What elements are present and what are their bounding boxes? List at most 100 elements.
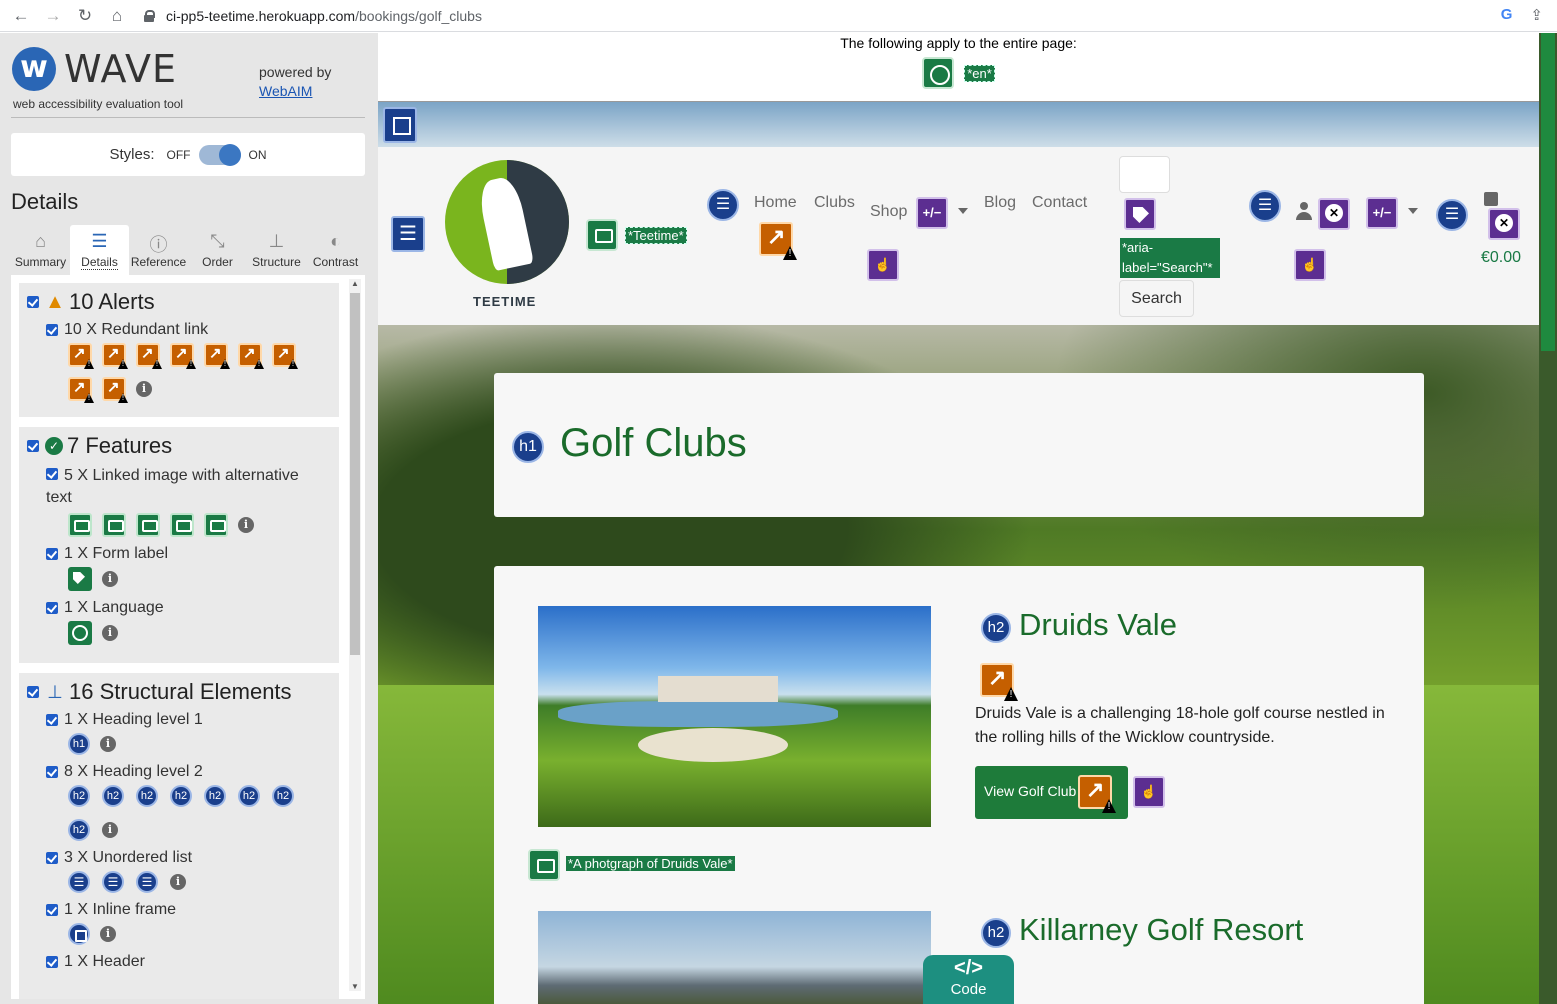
- aria-expanded-icon[interactable]: +/−: [1366, 197, 1398, 229]
- reload-icon[interactable]: ↻: [74, 5, 96, 27]
- info-icon[interactable]: i: [100, 926, 116, 942]
- list-icon[interactable]: ☰: [1436, 199, 1468, 231]
- scrollbar-thumb[interactable]: [350, 293, 360, 655]
- heading-2-checkbox[interactable]: [46, 766, 58, 778]
- redundant-link-icon[interactable]: [68, 343, 92, 367]
- home-icon[interactable]: ⌂: [106, 5, 128, 27]
- styles-toggle[interactable]: [198, 143, 241, 166]
- alerts-checkbox[interactable]: [27, 296, 39, 308]
- nav-clubs[interactable]: Clubs: [814, 194, 855, 212]
- redundant-link-icon[interactable]: [102, 377, 126, 401]
- search-button[interactable]: Search: [1119, 280, 1194, 317]
- wave-code-button[interactable]: </> Code: [923, 955, 1014, 1004]
- club-image-druids-vale[interactable]: [538, 606, 931, 827]
- h2-icon[interactable]: h2: [136, 785, 158, 807]
- linked-image-icon[interactable]: [204, 513, 228, 537]
- info-icon[interactable]: i: [102, 625, 118, 641]
- tab-details[interactable]: ☰ Details: [70, 225, 129, 275]
- tab-structure[interactable]: ⊥ Structure: [247, 225, 306, 275]
- google-icon[interactable]: G: [1501, 6, 1513, 24]
- aria-touch-icon[interactable]: ☝: [1133, 776, 1165, 808]
- user-icon[interactable]: [1295, 202, 1313, 222]
- page-scrollbar-thumb[interactable]: [1541, 33, 1555, 351]
- list-icon[interactable]: [68, 871, 90, 893]
- teetime-logo[interactable]: [445, 160, 569, 284]
- form-label-icon[interactable]: [68, 567, 92, 591]
- tab-summary[interactable]: ⌂ Summary: [11, 225, 70, 275]
- structure-checkbox[interactable]: [27, 686, 39, 698]
- h2-icon[interactable]: h2: [272, 785, 294, 807]
- nav-region-icon[interactable]: ☰: [391, 216, 425, 252]
- info-icon[interactable]: i: [102, 571, 118, 587]
- h2-icon[interactable]: h2: [981, 613, 1011, 643]
- info-icon[interactable]: i: [238, 517, 254, 533]
- redundant-link-icon[interactable]: [204, 343, 228, 367]
- header-checkbox[interactable]: [46, 956, 58, 968]
- list-icon[interactable]: ☰: [1249, 190, 1281, 222]
- h1-icon[interactable]: h1: [68, 733, 90, 755]
- nav-contact[interactable]: Contact: [1032, 194, 1087, 212]
- form-label-checkbox[interactable]: [46, 548, 58, 560]
- chevron-down-icon[interactable]: [1408, 208, 1418, 214]
- redundant-link-icon[interactable]: [759, 222, 793, 256]
- info-icon[interactable]: i: [136, 381, 152, 397]
- iframe-icon[interactable]: [68, 923, 90, 945]
- scroll-down-icon[interactable]: ▼: [351, 982, 359, 991]
- list-icon[interactable]: [102, 871, 124, 893]
- redundant-link-icon[interactable]: [238, 343, 262, 367]
- h2-icon[interactable]: h2: [981, 918, 1011, 948]
- info-icon[interactable]: i: [100, 736, 116, 752]
- linked-image-icon[interactable]: [68, 513, 92, 537]
- club-image-killarney[interactable]: [538, 911, 931, 1004]
- scroll-up-icon[interactable]: ▲: [351, 279, 359, 288]
- linked-image-icon[interactable]: [528, 849, 560, 881]
- linked-image-icon[interactable]: [136, 513, 160, 537]
- h2-icon[interactable]: h2: [102, 785, 124, 807]
- redundant-link-icon[interactable]: [68, 377, 92, 401]
- heading-1-checkbox[interactable]: [46, 714, 58, 726]
- features-checkbox[interactable]: [27, 440, 39, 452]
- h2-icon[interactable]: h2: [238, 785, 260, 807]
- redundant-link-icon[interactable]: [1078, 775, 1112, 809]
- language-globe-icon[interactable]: [922, 57, 955, 89]
- redundant-link-icon[interactable]: [272, 343, 296, 367]
- h1-icon[interactable]: h1: [512, 431, 544, 463]
- tab-order[interactable]: ⤡ Order: [188, 225, 247, 275]
- redundant-link-icon[interactable]: [136, 343, 160, 367]
- language-icon[interactable]: [68, 621, 92, 645]
- back-icon[interactable]: ←: [10, 5, 32, 27]
- nav-shop[interactable]: Shop: [870, 203, 907, 221]
- tab-contrast[interactable]: ◐ Contrast: [306, 225, 365, 275]
- list-icon[interactable]: ☰: [707, 189, 739, 221]
- redundant-link-icon[interactable]: [980, 663, 1014, 697]
- inline-frame-checkbox[interactable]: [46, 904, 58, 916]
- linked-image-checkbox[interactable]: [46, 468, 58, 480]
- shopping-bag-icon[interactable]: [1484, 192, 1498, 206]
- language-checkbox[interactable]: [46, 602, 58, 614]
- linked-image-icon[interactable]: [102, 513, 126, 537]
- tab-reference[interactable]: ⓘ Reference: [129, 225, 188, 275]
- linked-image-icon[interactable]: [586, 219, 618, 251]
- address-bar[interactable]: ci-pp5-teetime.herokuapp.com/bookings/go…: [144, 4, 482, 28]
- redundant-link-icon[interactable]: [102, 343, 126, 367]
- cart-total[interactable]: €0.00: [1481, 249, 1521, 267]
- unordered-list-checkbox[interactable]: [46, 852, 58, 864]
- redundant-link-checkbox[interactable]: [46, 324, 58, 336]
- redundant-link-icon[interactable]: [170, 343, 194, 367]
- h2-icon[interactable]: h2: [204, 785, 226, 807]
- list-icon[interactable]: [136, 871, 158, 893]
- h2-icon[interactable]: h2: [68, 785, 90, 807]
- aria-expanded-icon[interactable]: +/−: [916, 197, 948, 229]
- h2-icon[interactable]: h2: [68, 819, 90, 841]
- webaim-link[interactable]: WebAIM: [259, 83, 312, 99]
- info-icon[interactable]: i: [170, 874, 186, 890]
- panel-scrollbar[interactable]: ▲ ▼: [349, 279, 361, 991]
- page-scrollbar[interactable]: [1539, 33, 1557, 1004]
- aria-hidden-icon[interactable]: [1318, 198, 1350, 230]
- forward-icon[interactable]: →: [42, 5, 64, 27]
- search-input[interactable]: [1119, 156, 1170, 193]
- aria-touch-icon[interactable]: ☝: [1294, 249, 1326, 281]
- form-label-icon[interactable]: [1124, 198, 1156, 230]
- nav-home[interactable]: Home: [754, 194, 797, 212]
- aria-hidden-icon[interactable]: [1488, 208, 1520, 240]
